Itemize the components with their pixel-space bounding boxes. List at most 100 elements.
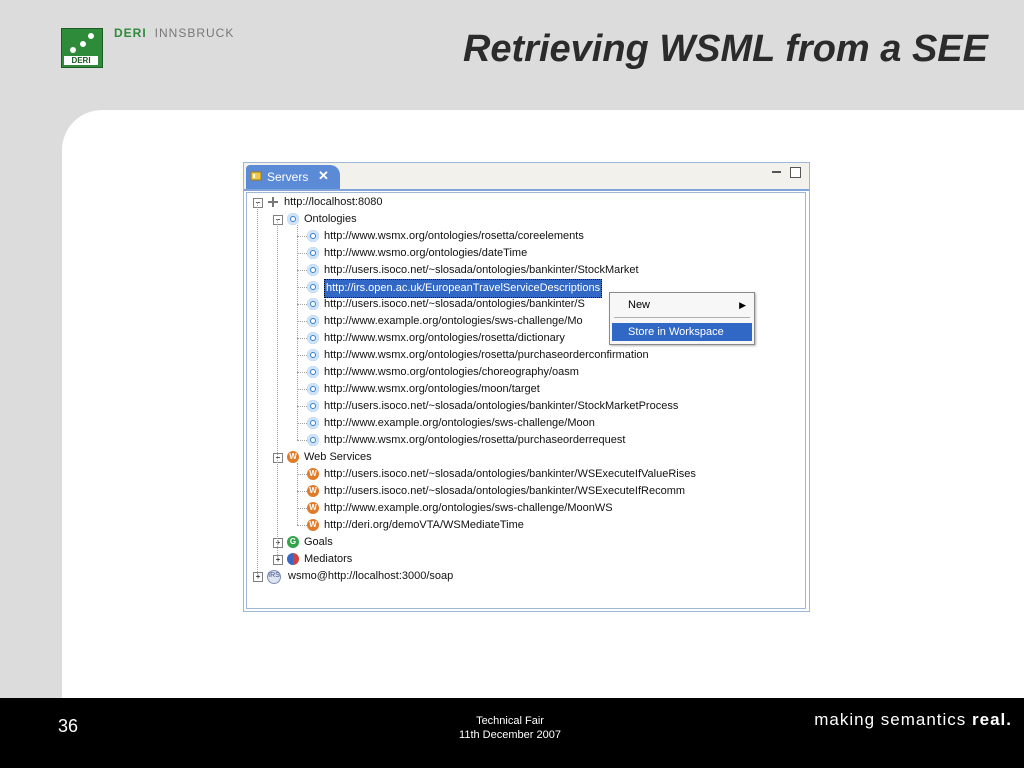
tree-item-label: http://users.isoco.net/~slosada/ontologi… — [324, 400, 679, 412]
tree-item-ontology[interactable]: http://www.wsmx.org/ontologies/rosetta/c… — [247, 228, 803, 245]
tree-item-ontology[interactable]: http://www.wsmx.org/ontologies/rosetta/p… — [247, 347, 803, 364]
tree-item-label: http://www.wsmo.org/ontologies/choreogra… — [324, 366, 579, 378]
deri-logo: DERI — [61, 28, 103, 68]
ontology-icon — [307, 349, 319, 361]
tree-node-server[interactable]: − http://localhost:8080 — [247, 194, 803, 211]
tree-item-ontology[interactable]: http://www.wsmx.org/ontologies/moon/targ… — [247, 381, 803, 398]
tree-guide — [297, 389, 307, 390]
tree-item-label: Mediators — [304, 553, 353, 565]
tree-guide — [297, 236, 307, 237]
expand-icon[interactable]: + — [253, 572, 263, 582]
servers-icon — [250, 171, 262, 181]
expand-icon[interactable]: + — [273, 555, 283, 565]
view-header: Servers ✕ — [244, 163, 809, 191]
event-date: 11th December 2007 — [459, 729, 561, 741]
tree-item-label: http://www.wsmx.org/ontologies/rosetta/d… — [324, 332, 565, 344]
ontology-icon — [287, 213, 299, 225]
tree-item-ontology[interactable]: http://www.wsmo.org/ontologies/choreogra… — [247, 364, 803, 381]
tree-guide — [297, 304, 307, 305]
menu-separator — [614, 317, 750, 318]
collapse-icon[interactable]: − — [253, 198, 263, 208]
tree-item-label: http://www.wsmx.org/ontologies/rosetta/p… — [324, 349, 649, 361]
tree-guide — [277, 219, 278, 559]
tree-node-ontologies[interactable]: − Ontologies — [247, 211, 803, 228]
brand-text: DERI INNSBRUCK — [114, 26, 234, 40]
tree-item-ontology[interactable]: http://www.example.org/ontologies/sws-ch… — [247, 415, 803, 432]
tree-item-web-service[interactable]: Whttp://users.isoco.net/~slosada/ontolog… — [247, 483, 803, 500]
web-service-icon: W — [307, 485, 319, 497]
tree-item-label: http://www.example.org/ontologies/sws-ch… — [324, 315, 583, 327]
irs-icon: IRS — [267, 570, 281, 584]
tree-item-web-service[interactable]: Whttp://deri.org/demoVTA/WSMediateTime — [247, 517, 803, 534]
tree-node-irs-server[interactable]: + IRS wsmo@http://localhost:3000/soap — [247, 568, 803, 585]
slide-title: Retrieving WSML from a SEE — [462, 28, 988, 70]
tree-item-label: http://www.wsmx.org/ontologies/rosetta/c… — [324, 230, 584, 242]
minimize-icon[interactable] — [772, 171, 781, 173]
ontology-icon — [307, 230, 319, 242]
menu-item-new[interactable]: New ▶ — [612, 296, 752, 314]
tree-item-label: http://www.wsmo.org/ontologies/dateTime — [324, 247, 528, 259]
ontology-icon — [307, 434, 319, 446]
web-service-icon: W — [307, 502, 319, 514]
tree-item-ontology[interactable]: http://www.wsmx.org/ontologies/rosetta/p… — [247, 432, 803, 449]
brand-place: INNSBRUCK — [154, 26, 235, 40]
ontology-icon — [307, 332, 319, 344]
tagline: making semantics real. — [814, 710, 1012, 729]
menu-item-store-in-workspace[interactable]: Store in Workspace — [612, 323, 752, 341]
tree-item-label: http://www.wsmx.org/ontologies/rosetta/p… — [324, 434, 626, 446]
expand-icon[interactable]: + — [273, 538, 283, 548]
tree-item-label: Web Services — [304, 451, 372, 463]
tree-item-label: http://www.example.org/ontologies/sws-ch… — [324, 502, 613, 514]
tree-node-web-services[interactable]: − W Web Services — [247, 449, 803, 466]
close-icon[interactable]: ✕ — [318, 168, 329, 184]
web-service-icon: W — [307, 468, 319, 480]
web-service-icon: W — [307, 519, 319, 531]
tree-guide — [297, 225, 298, 440]
tree-guide — [297, 440, 307, 441]
tree-guide — [297, 474, 307, 475]
tree-item-label: Goals — [304, 536, 333, 548]
tree-guide — [257, 202, 258, 576]
tree-guide — [297, 491, 307, 492]
tree-item-label: http://www.wsmx.org/ontologies/moon/targ… — [324, 383, 540, 395]
tree-item-web-service[interactable]: Whttp://www.example.org/ontologies/sws-c… — [247, 500, 803, 517]
tree-item-label: Ontologies — [304, 213, 357, 225]
tree-node-mediators[interactable]: + Mediators — [247, 551, 803, 568]
tree-item-label: http://www.example.org/ontologies/sws-ch… — [324, 417, 595, 429]
slide-footer: 36 Technical Fair 11th December 2007 mak… — [0, 698, 1024, 768]
servers-view: Servers ✕ − http://localhost:8080− Ontolog… — [243, 162, 810, 612]
tree-item-ontology[interactable]: http://users.isoco.net/~slosada/ontologi… — [247, 398, 803, 415]
tab-servers[interactable]: Servers ✕ — [246, 165, 340, 189]
tree-item-label: http://localhost:8080 — [284, 196, 383, 208]
tree-guide — [297, 270, 307, 271]
tree-guide — [297, 406, 307, 407]
tree-guide — [297, 372, 307, 373]
ontology-icon — [307, 298, 319, 310]
ontology-icon — [307, 315, 319, 327]
tree-item-label: wsmo@http://localhost:3000/soap — [288, 570, 454, 582]
collapse-icon[interactable]: − — [273, 215, 283, 225]
tree-guide — [297, 525, 307, 526]
tree-item-label: http://users.isoco.net/~slosada/ontologi… — [324, 264, 639, 276]
ontology-icon — [307, 383, 319, 395]
tree-item-web-service[interactable]: Whttp://users.isoco.net/~slosada/ontolog… — [247, 466, 803, 483]
maximize-icon[interactable] — [790, 167, 801, 178]
collapse-icon[interactable]: − — [273, 453, 283, 463]
tree-node-goals[interactable]: + G Goals — [247, 534, 803, 551]
mediator-icon — [287, 553, 299, 565]
tree-guide — [297, 463, 298, 525]
tree-guide — [297, 321, 307, 322]
tree-item-ontology[interactable]: http://users.isoco.net/~slosada/ontologi… — [247, 262, 803, 279]
ontology-icon — [307, 281, 319, 293]
page-number: 36 — [58, 716, 79, 736]
web-service-icon: W — [287, 451, 299, 463]
tree-guide — [297, 253, 307, 254]
ontology-icon — [307, 366, 319, 378]
tree-item-ontology[interactable]: http://www.wsmo.org/ontologies/dateTime — [247, 245, 803, 262]
brand-deri: DERI — [114, 26, 147, 40]
submenu-arrow-icon: ▶ — [739, 300, 746, 310]
tree-item-label: http://deri.org/demoVTA/WSMediateTime — [324, 519, 524, 531]
tree-guide — [297, 423, 307, 424]
ontology-icon — [307, 264, 319, 276]
tree-guide — [297, 508, 307, 509]
